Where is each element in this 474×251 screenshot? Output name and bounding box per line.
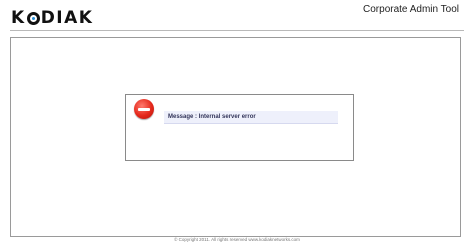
error-stop-icon bbox=[134, 99, 154, 119]
copyright-footer: © Copyright 2011. All rights reserved ww… bbox=[174, 237, 300, 242]
header-divider bbox=[10, 30, 464, 31]
page: K DIAK Corporate Admin Tool Message : Int… bbox=[0, 0, 474, 251]
logo-letter-k: K bbox=[11, 8, 26, 28]
logo-o-icon bbox=[26, 11, 40, 25]
kodiak-logo: K DIAK bbox=[11, 8, 93, 28]
app-title: Corporate Admin Tool bbox=[363, 4, 459, 15]
logo-letters-diak: DIAK bbox=[40, 8, 94, 28]
error-message: Message : Internal server error bbox=[164, 111, 338, 124]
error-dialog: Message : Internal server error bbox=[125, 94, 354, 161]
